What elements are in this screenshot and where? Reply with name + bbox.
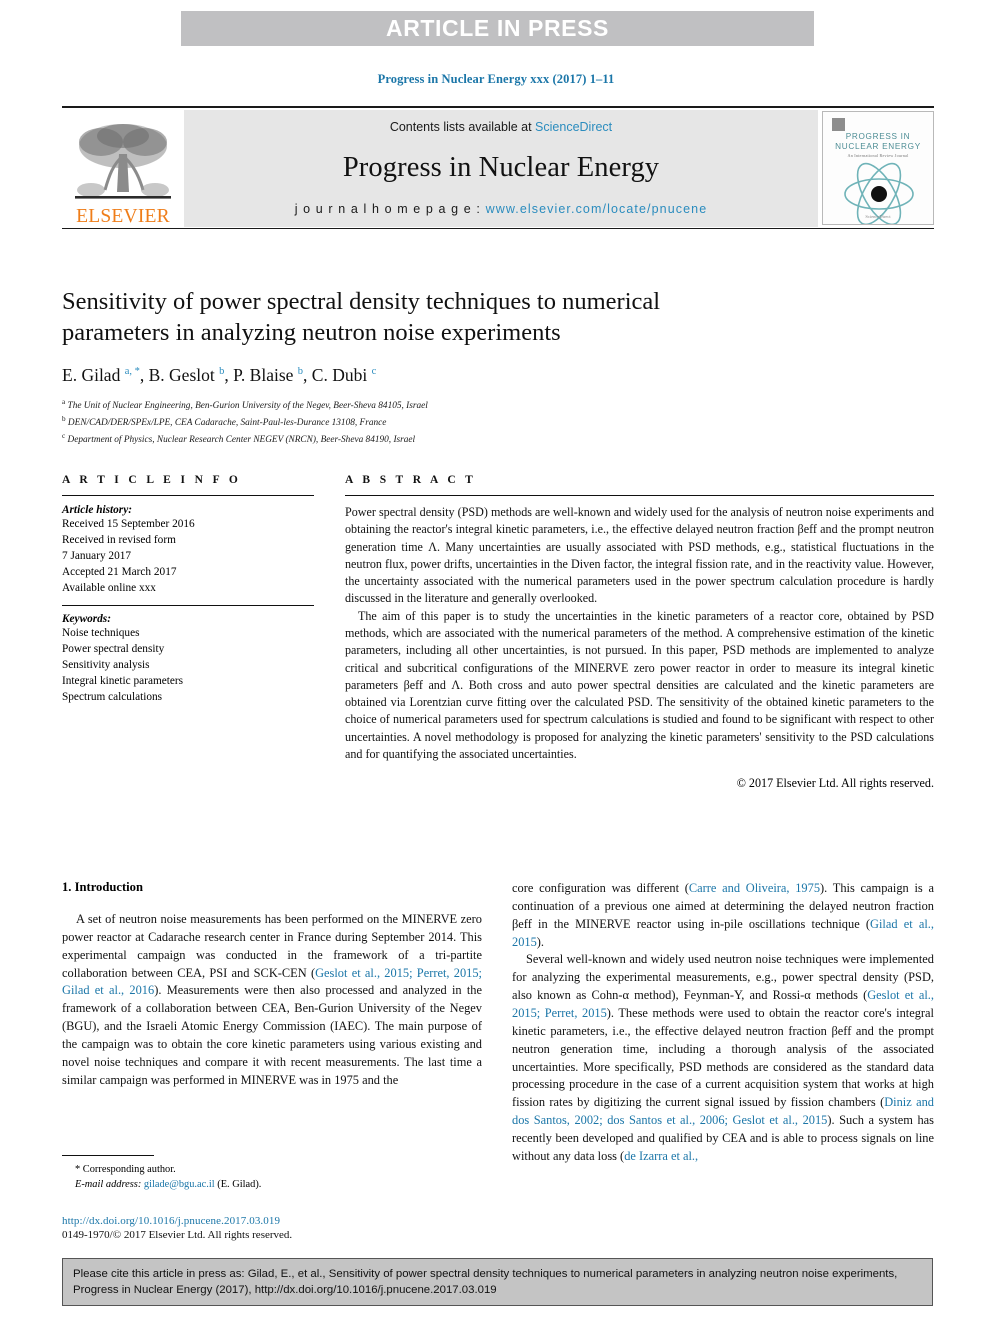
- issn-copyright-line: 0149-1970/© 2017 Elsevier Ltd. All right…: [62, 1229, 293, 1241]
- article-info-section: A R T I C L E I N F O Article history: R…: [62, 474, 314, 705]
- keywords-rule: [62, 605, 314, 607]
- abstract-rule: [345, 495, 934, 496]
- cover-footer-text: ScienceDirect: [865, 214, 891, 219]
- article-in-press-label: ARTICLE IN PRESS: [385, 15, 609, 41]
- abstract-heading: A B S T R A C T: [345, 474, 477, 486]
- journal-title: Progress in Nuclear Energy: [342, 152, 660, 183]
- journal-cover-thumbnail: PROGRESS IN NUCLEAR ENERGY An Internatio…: [822, 111, 934, 225]
- author-name: C. Dubi: [311, 364, 368, 385]
- article-in-press-banner: ARTICLE IN PRESS: [181, 11, 814, 46]
- author-affiliation-mark[interactable]: b: [219, 366, 224, 377]
- intro-text-c: ).: [536, 934, 545, 949]
- affiliation-text: The Unit of Nuclear Engineering, Ben-Gur…: [67, 400, 428, 411]
- article-page: ARTICLE IN PRESS Progress in Nuclear Ene…: [0, 0, 992, 1323]
- affiliation-text: DEN/CAD/DER/SPEx/LPE, CEA Cadarache, Sai…: [67, 417, 387, 428]
- cover-badge-icon: [832, 118, 845, 131]
- sciencedirect-link[interactable]: ScienceDirect: [535, 120, 612, 134]
- keyword-item: Spectrum calculations: [62, 691, 163, 704]
- cover-title-line2: NUCLEAR ENERGY: [835, 142, 921, 151]
- journal-homepage-link[interactable]: www.elsevier.com/locate/pnucene: [486, 202, 708, 216]
- journal-running-head: Progress in Nuclear Energy xxx (2017) 1–…: [377, 72, 615, 86]
- doi-block: http://dx.doi.org/10.1016/j.pnucene.2017…: [62, 1215, 482, 1241]
- author-affiliation-mark[interactable]: a, *: [125, 366, 140, 377]
- affiliation-list: a The Unit of Nuclear Engineering, Ben-G…: [62, 397, 762, 448]
- introduction-paragraph: Several well-known and widely used neutr…: [512, 951, 934, 1165]
- article-history-item: Accepted 21 March 2017: [62, 566, 177, 579]
- author-list: E. Gilad a, *, B. Geslot b, P. Blaise b,…: [62, 364, 377, 385]
- intro-text-b: ). Measurements were then also processed…: [62, 983, 482, 1087]
- citation-link[interactable]: de Izarra et al.,: [624, 1149, 698, 1163]
- journal-masthead: ELSEVIER Contents lists available at Sci…: [62, 106, 934, 229]
- affiliation-item: c Department of Physics, Nuclear Researc…: [62, 431, 762, 448]
- elsevier-tree-icon: [75, 123, 171, 199]
- keyword-item: Integral kinetic parameters: [62, 675, 184, 688]
- homepage-prefix: j o u r n a l h o m e p a g e :: [294, 202, 486, 216]
- affiliation-mark: a: [62, 397, 66, 406]
- please-cite-text: Please cite this article in press as: Gi…: [73, 1268, 898, 1297]
- email-owner: (E. Gilad).: [217, 1179, 262, 1191]
- please-cite-box: Please cite this article in press as: Gi…: [62, 1258, 933, 1306]
- introduction-paragraph: core configuration was different (Carre …: [512, 880, 934, 951]
- intro-text-a: core configuration was different (: [512, 881, 689, 895]
- article-history-item: Available online xxx: [62, 582, 156, 595]
- author-affiliation-mark[interactable]: c: [372, 366, 377, 377]
- author-name: P. Blaise: [233, 364, 294, 385]
- introduction-right-column: core configuration was different (Carre …: [512, 880, 934, 1166]
- affiliation-item: a The Unit of Nuclear Engineering, Ben-G…: [62, 397, 762, 414]
- doi-link[interactable]: http://dx.doi.org/10.1016/j.pnucene.2017…: [62, 1215, 482, 1227]
- author-name: E. Gilad: [62, 364, 121, 385]
- introduction-paragraph: A set of neutron noise measurements has …: [62, 911, 482, 1090]
- abstract-section: A B S T R A C T Power spectral density (…: [345, 474, 934, 791]
- keyword-item: Sensitivity analysis: [62, 659, 150, 672]
- email-label: E-mail address:: [75, 1179, 142, 1191]
- article-info-rule: [62, 495, 314, 496]
- email-address-note: E-mail address: gilade@bgu.ac.il (E. Gil…: [62, 1177, 482, 1192]
- section-heading-introduction: 1. Introduction: [62, 880, 143, 894]
- keywords-label: Keywords:: [62, 613, 111, 626]
- abstract-paragraph: Power spectral density (PSD) methods are…: [345, 505, 934, 606]
- abstract-body: Power spectral density (PSD) methods are…: [345, 504, 934, 763]
- masthead-center-panel: Contents lists available at ScienceDirec…: [184, 110, 818, 227]
- article-history-item: Received 15 September 2016: [62, 518, 195, 530]
- article-history-item: 7 January 2017: [62, 550, 132, 563]
- affiliation-text: Department of Physics, Nuclear Research …: [67, 434, 416, 445]
- author-item: B. Geslot b: [149, 365, 225, 385]
- journal-homepage-line: j o u r n a l h o m e p a g e : www.else…: [295, 202, 708, 216]
- title-block: Sensitivity of power spectral density te…: [62, 287, 762, 448]
- citation-link[interactable]: Carre and Oliveira, 1975: [689, 881, 820, 895]
- page-title: Sensitivity of power spectral density te…: [62, 288, 661, 346]
- keyword-item: Power spectral density: [62, 643, 165, 656]
- author-affiliation-mark[interactable]: b: [298, 366, 303, 377]
- email-link[interactable]: gilade@bgu.ac.il: [144, 1179, 215, 1190]
- footnote-rule: [62, 1155, 154, 1156]
- elsevier-wordmark: ELSEVIER: [76, 205, 170, 227]
- author-item: E. Gilad a, *: [62, 365, 140, 385]
- author-name: B. Geslot: [148, 364, 215, 385]
- affiliation-item: b DEN/CAD/DER/SPEx/LPE, CEA Cadarache, S…: [62, 414, 762, 431]
- cover-title-line1: PROGRESS IN: [845, 132, 911, 141]
- introduction-left-column: 1. Introduction A set of neutron noise m…: [62, 880, 482, 1090]
- article-history-label: Article history:: [62, 504, 132, 516]
- author-item: C. Dubi c: [312, 365, 376, 385]
- contents-prefix: Contents lists available at: [389, 120, 536, 134]
- author-item: P. Blaise b: [233, 365, 303, 385]
- footnote-block: * Corresponding author. E-mail address: …: [62, 1155, 482, 1192]
- abstract-copyright: © 2017 Elsevier Ltd. All rights reserved…: [736, 776, 934, 791]
- contents-list-line: Contents lists available at ScienceDirec…: [390, 120, 612, 134]
- affiliation-mark: b: [62, 414, 66, 423]
- affiliation-mark: c: [62, 431, 66, 440]
- article-info-heading: A R T I C L E I N F O: [62, 474, 242, 486]
- abstract-paragraph: The aim of this paper is to study the un…: [345, 608, 934, 761]
- corresponding-author-note: * Corresponding author.: [75, 1164, 176, 1175]
- article-history-item: Received in revised form: [62, 534, 176, 547]
- intro-text-b: ). These methods were used to obtain the…: [512, 1006, 934, 1110]
- elsevier-logo: ELSEVIER: [62, 108, 184, 228]
- keyword-item: Noise techniques: [62, 627, 140, 640]
